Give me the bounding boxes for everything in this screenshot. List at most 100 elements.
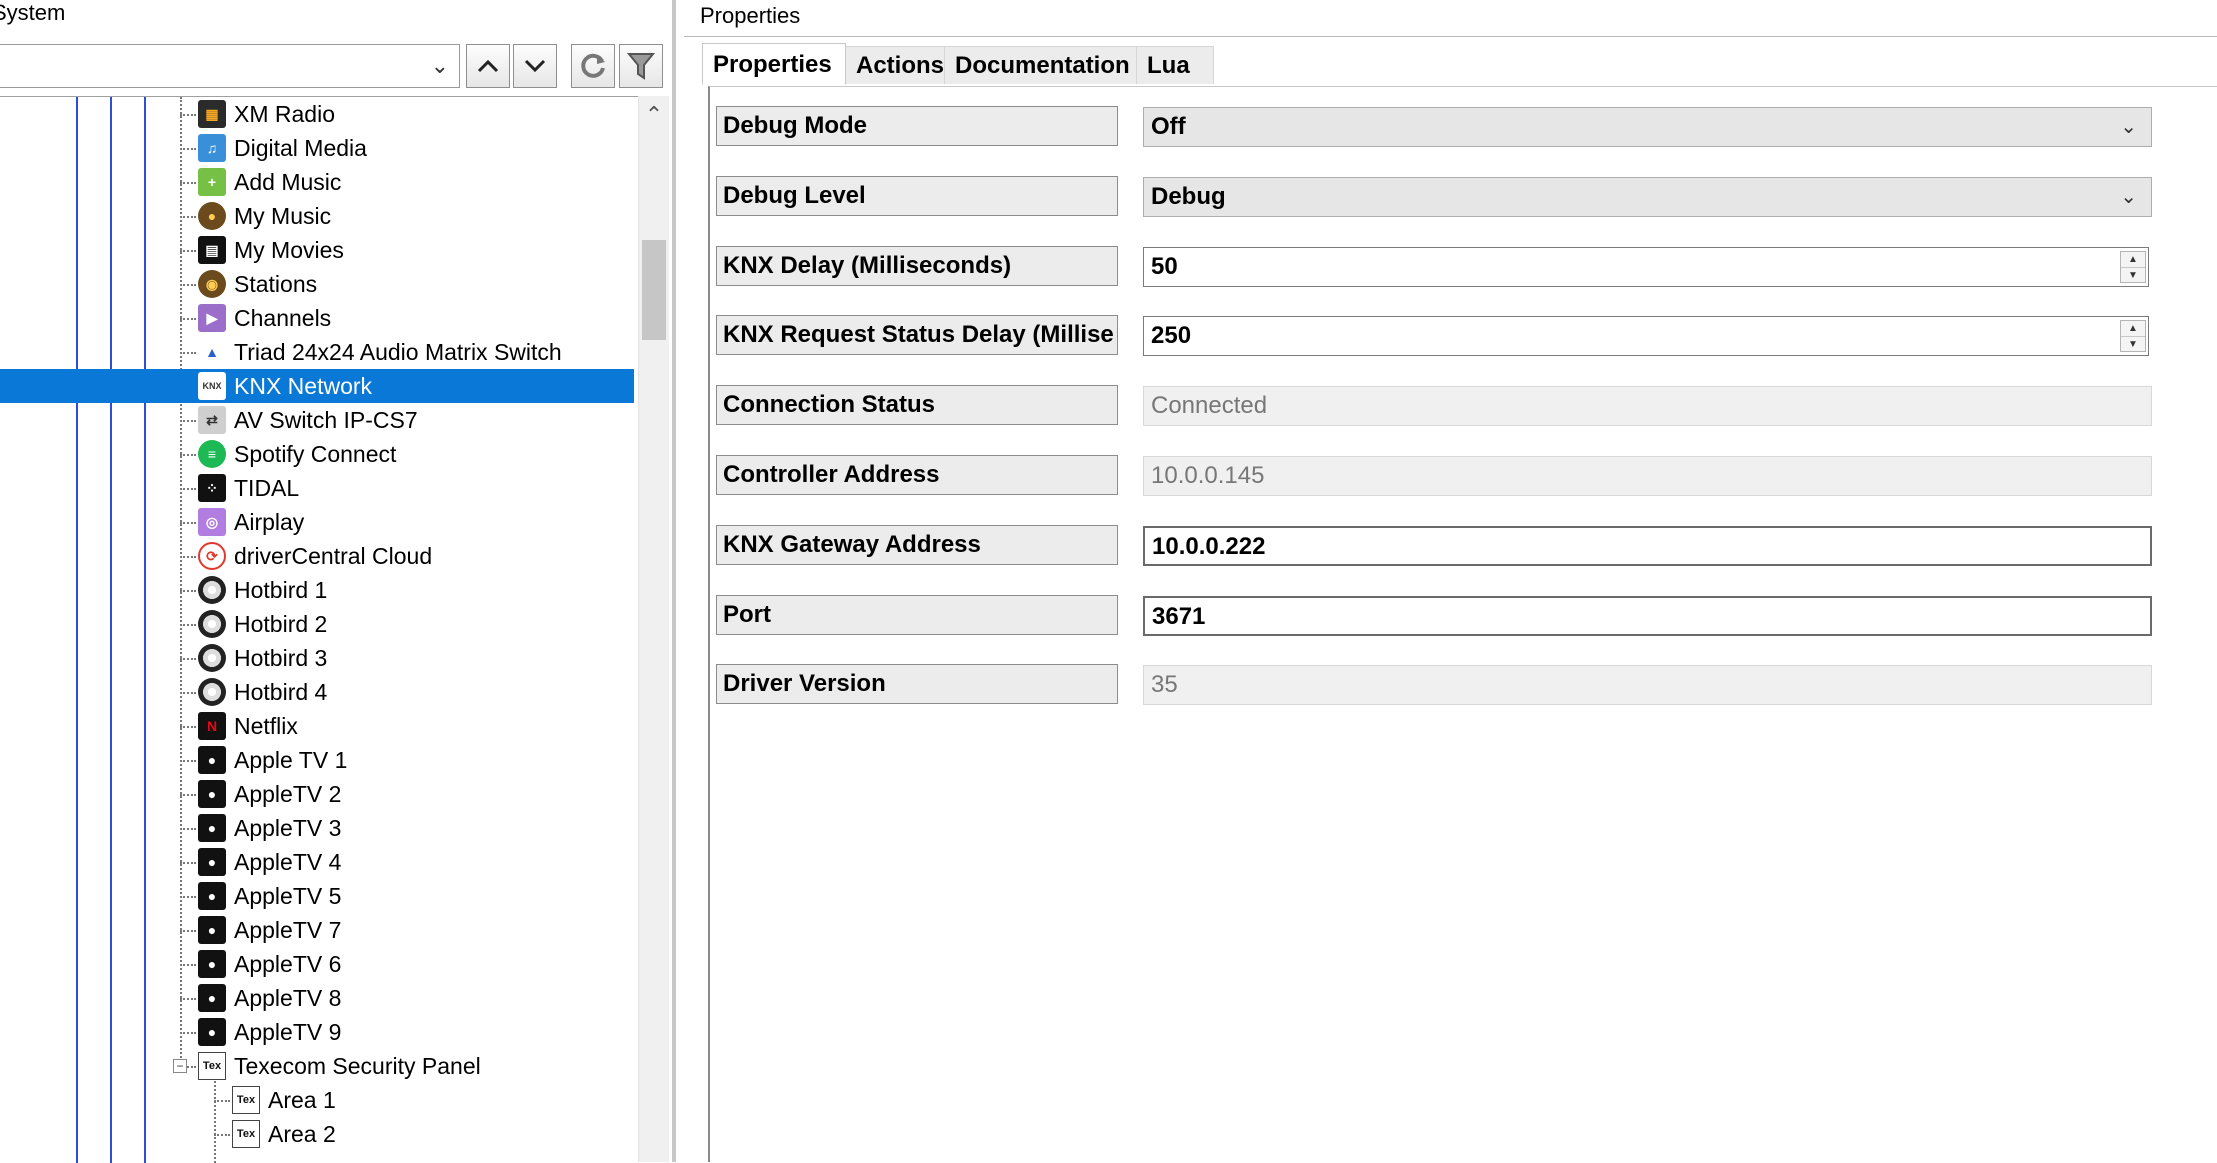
tree-item-label: KNX Network xyxy=(234,373,373,399)
property-spinner-knx-delay-milliseconds[interactable]: 50 ▲ ▼ xyxy=(1143,247,2149,287)
chevron-up-icon xyxy=(477,59,499,73)
move-down-button[interactable] xyxy=(513,44,557,88)
property-readonly-controller-address: 10.0.0.145 xyxy=(1143,456,2152,496)
filter-icon xyxy=(627,53,655,80)
tree-item[interactable]: ▦ XM Radio xyxy=(0,97,634,131)
tree-item[interactable]: ♫ Digital Media xyxy=(0,131,634,165)
property-value-text: Off xyxy=(1151,113,1186,140)
tree-item[interactable]: ● AppleTV 9 xyxy=(0,1015,634,1049)
tree-item-label: Channels xyxy=(234,305,332,331)
tree-item-label: AppleTV 6 xyxy=(234,951,342,977)
property-dropdown-debug-level[interactable]: Debug ⌄ xyxy=(1143,177,2152,217)
tree-item[interactable]: ▤ My Movies xyxy=(0,233,634,267)
system-title-label: System xyxy=(0,0,66,25)
tree-item[interactable]: ◉ Stations xyxy=(0,267,634,301)
property-dropdown-debug-mode[interactable]: Off ⌄ xyxy=(1143,107,2152,147)
property-input-port[interactable]: 3671 xyxy=(1143,596,2152,636)
filter-button[interactable] xyxy=(619,44,663,88)
tree-scrollbar[interactable]: ⌃ xyxy=(638,96,669,1162)
refresh-button[interactable] xyxy=(571,44,615,88)
tree-item[interactable]: ● AppleTV 6 xyxy=(0,947,634,981)
tree-item[interactable]: − Tex Texecom Security Panel xyxy=(0,1049,634,1083)
tab-actions[interactable]: Actions xyxy=(845,46,945,84)
tree-item[interactable]: ● AppleTV 3 xyxy=(0,811,634,845)
tab-properties[interactable]: Properties xyxy=(702,43,846,85)
tree-item[interactable]: + Add Music xyxy=(0,165,634,199)
tree-item[interactable]: N Netflix xyxy=(0,709,634,743)
panel-splitter[interactable] xyxy=(672,0,676,1162)
property-value-text: 50 xyxy=(1151,253,1178,280)
apple-tv-icon: ● xyxy=(198,984,226,1012)
tab-lua[interactable]: Lua xyxy=(1136,46,1214,84)
property-label-knx-gateway-address: KNX Gateway Address xyxy=(716,525,1118,565)
spinner-buttons[interactable]: ▲ ▼ xyxy=(2120,320,2146,352)
tree-item[interactable]: ⁘ TIDAL xyxy=(0,471,634,505)
spin-down-icon[interactable]: ▼ xyxy=(2121,337,2145,352)
tree-item[interactable]: Hotbird 3 xyxy=(0,641,634,675)
tree-item[interactable]: Tex Area 1 xyxy=(0,1083,634,1117)
tree-item[interactable]: Hotbird 2 xyxy=(0,607,634,641)
apple-tv-icon: ● xyxy=(198,780,226,808)
scroll-up-arrow-icon[interactable]: ⌃ xyxy=(639,102,669,128)
tree-item-label: Area 2 xyxy=(268,1121,336,1147)
my-music-icon: ● xyxy=(198,202,226,230)
system-toolbar: ⌄ xyxy=(0,40,676,90)
tree-item-label: Add Music xyxy=(234,169,342,195)
tree-item[interactable]: ● AppleTV 5 xyxy=(0,879,634,913)
tree-item[interactable]: ≡ Spotify Connect xyxy=(0,437,634,471)
tidal-icon: ⁘ xyxy=(198,474,226,502)
drivercentral-cloud-icon: ⟳ xyxy=(198,542,226,570)
collapse-toggle-icon[interactable]: − xyxy=(173,1059,187,1073)
property-spinner-knx-request-status-delay-millise[interactable]: 250 ▲ ▼ xyxy=(1143,316,2149,356)
knx-network-icon: KNX xyxy=(198,372,226,400)
property-value-text: Connected xyxy=(1151,392,1268,419)
netflix-icon: N xyxy=(198,712,226,740)
property-readonly-connection-status: Connected xyxy=(1143,386,2152,426)
tree-item[interactable]: ⟳ driverCentral Cloud xyxy=(0,539,634,573)
property-value-text: 250 xyxy=(1151,322,1192,349)
spinner-buttons[interactable]: ▲ ▼ xyxy=(2120,251,2146,283)
system-tree[interactable]: ▦ XM Radio ♫ Digital Media + Add Music ● My Mus… xyxy=(0,96,640,1163)
apple-tv-icon: ● xyxy=(198,746,226,774)
tree-item[interactable]: ● AppleTV 4 xyxy=(0,845,634,879)
tree-item-label: Hotbird 1 xyxy=(234,577,328,603)
spin-down-icon[interactable]: ▼ xyxy=(2121,268,2145,283)
chevron-down-icon xyxy=(524,59,546,73)
property-input-knx-gateway-address[interactable]: 10.0.0.222 xyxy=(1143,526,2152,566)
tree-item[interactable]: ● AppleTV 2 xyxy=(0,777,634,811)
tree-item[interactable]: Hotbird 1 xyxy=(0,573,634,607)
tree-item[interactable]: ● AppleTV 7 xyxy=(0,913,634,947)
tree-item[interactable]: ● AppleTV 8 xyxy=(0,981,634,1015)
tree-item[interactable]: ⇄ AV Switch IP-CS7 xyxy=(0,403,634,437)
scroll-thumb[interactable] xyxy=(642,240,666,340)
triad-switch-icon: ▲ xyxy=(198,338,226,366)
my-movies-icon: ▤ xyxy=(198,236,226,264)
tree-item[interactable]: ▲ Triad 24x24 Audio Matrix Switch xyxy=(0,335,634,369)
texecom-icon: Tex xyxy=(198,1052,226,1080)
apple-tv-icon: ● xyxy=(198,882,226,910)
system-select[interactable]: ⌄ xyxy=(0,44,460,88)
spin-up-icon[interactable]: ▲ xyxy=(2121,321,2145,337)
property-label-knx-delay-milliseconds: KNX Delay (Milliseconds) xyxy=(716,246,1118,286)
tree-item[interactable]: ▶ Channels xyxy=(0,301,634,335)
tree-item[interactable]: Hotbird 4 xyxy=(0,675,634,709)
property-label-knx-request-status-delay-millise: KNX Request Status Delay (Millise xyxy=(716,315,1118,355)
tree-item-label: AppleTV 8 xyxy=(234,985,342,1011)
property-value-text: 10.0.0.145 xyxy=(1151,462,1265,489)
tree-item-label: AppleTV 9 xyxy=(234,1019,342,1045)
tree-item[interactable]: ● Apple TV 1 xyxy=(0,743,634,777)
apple-tv-icon: ● xyxy=(198,916,226,944)
satellite-dish-icon xyxy=(198,644,226,672)
tree-item-label: Hotbird 4 xyxy=(234,679,328,705)
move-up-button[interactable] xyxy=(466,44,510,88)
tree-item-label: driverCentral Cloud xyxy=(234,543,433,569)
tab-documentation[interactable]: Documentation xyxy=(944,46,1137,84)
tree-item-selected[interactable]: KNX KNX Network xyxy=(0,369,634,403)
tree-item[interactable]: ● My Music xyxy=(0,199,634,233)
tree-item-label: AppleTV 5 xyxy=(234,883,342,909)
tree-item[interactable]: Tex Area 2 xyxy=(0,1117,634,1151)
tree-item[interactable]: ◎ Airplay xyxy=(0,505,634,539)
spin-up-icon[interactable]: ▲ xyxy=(2121,252,2145,268)
properties-panel: Properties Properties Actions Documentat… xyxy=(684,0,2217,1162)
add-music-icon: + xyxy=(198,168,226,196)
